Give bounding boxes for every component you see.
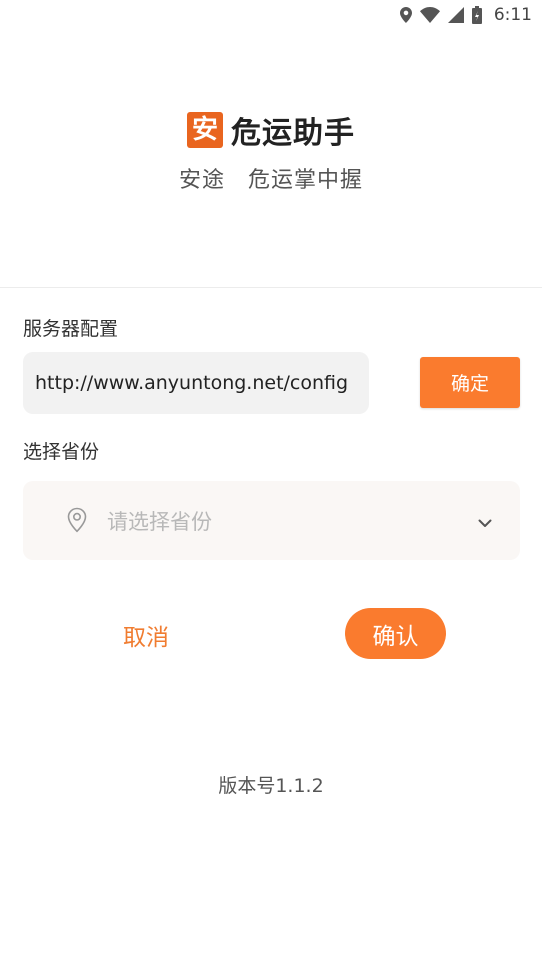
server-confirm-button[interactable]: 确定 <box>420 357 520 408</box>
province-label: 选择省份 <box>23 441 100 463</box>
server-config-screen: 6:11 安 危运助手 安途 危运掌中握 服务器配置 http://www.an… <box>0 0 542 964</box>
status-bar: 6:11 <box>0 0 542 30</box>
status-time: 6:11 <box>493 5 532 25</box>
signal-icon <box>447 7 464 23</box>
app-logo-char: 安 <box>191 115 218 145</box>
battery-icon <box>471 6 482 24</box>
confirm-button[interactable]: 确认 <box>345 608 446 659</box>
province-select[interactable]: 请选择省份 <box>23 481 520 560</box>
location-pin-icon <box>67 507 87 537</box>
cancel-button[interactable]: 取消 <box>102 612 190 658</box>
wifi-icon <box>419 7 440 23</box>
server-url-input[interactable]: http://www.anyuntong.net/config <box>23 352 369 414</box>
chevron-down-icon <box>478 513 492 532</box>
app-brand: 安 危运助手 <box>0 108 542 152</box>
divider <box>0 287 542 288</box>
app-slogan: 安途 危运掌中握 <box>178 168 363 193</box>
app-logo: 安 <box>187 112 223 148</box>
version-text: 版本号1.1.2 <box>218 775 324 797</box>
location-icon <box>399 7 412 23</box>
app-title: 危运助手 <box>231 116 355 151</box>
server-url-value: http://www.anyuntong.net/config <box>35 372 349 394</box>
province-placeholder: 请选择省份 <box>107 509 212 534</box>
server-config-label: 服务器配置 <box>23 318 119 340</box>
